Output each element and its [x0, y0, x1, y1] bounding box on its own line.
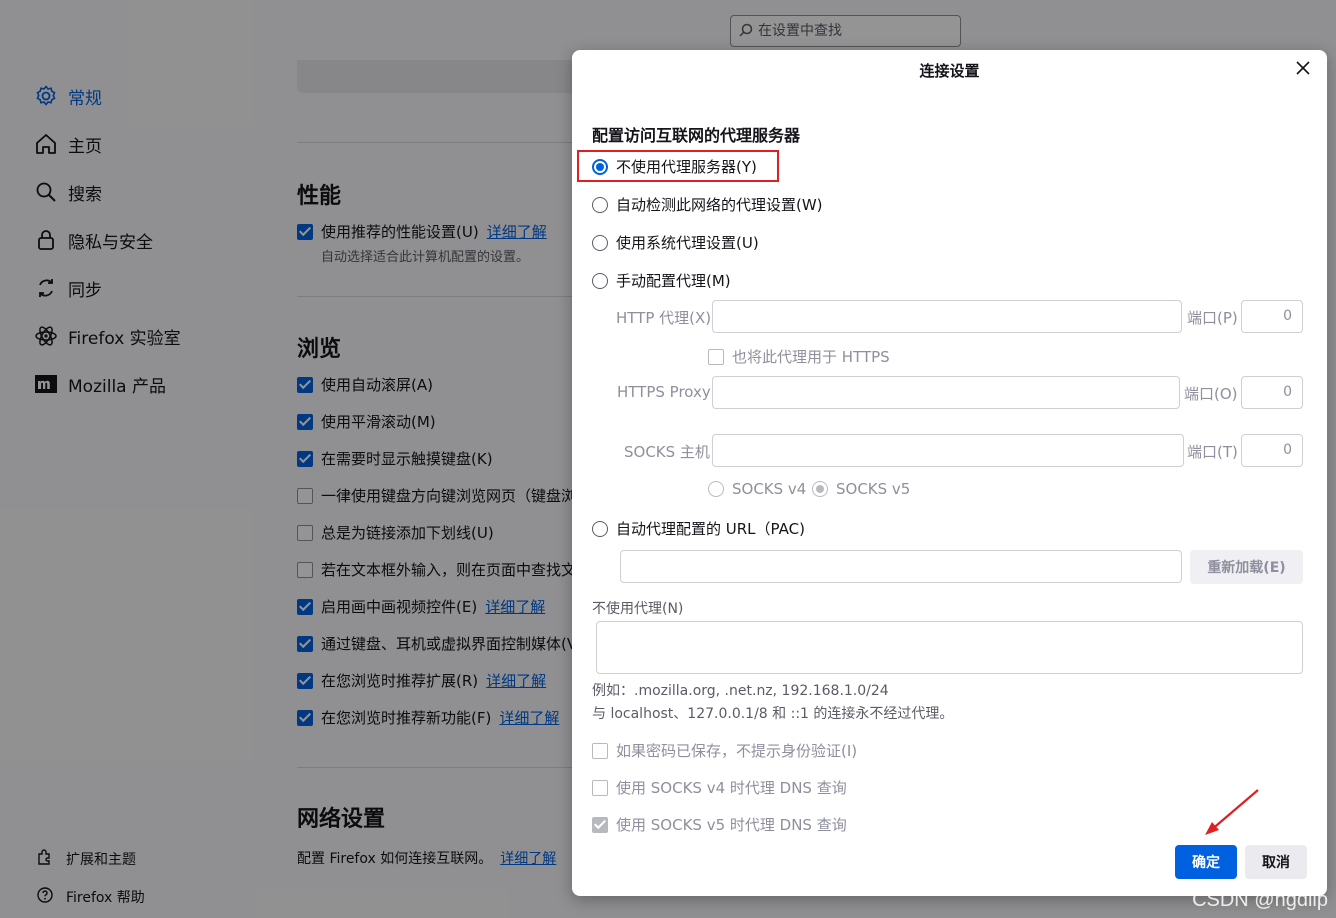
socks-v4-option[interactable]: SOCKS v4 [708, 480, 806, 498]
checkbox[interactable] [708, 348, 724, 365]
no-auth-prompt-option[interactable]: 如果密码已保存，不提示身份验证(I) [592, 740, 857, 761]
no-proxy-for-label: 不使用代理(N) [592, 601, 684, 617]
socks-port-input[interactable]: 0 [1241, 434, 1303, 467]
https-proxy-label: HTTPS Proxy [617, 383, 711, 401]
option-label: 如果密码已保存，不提示身份验证(I) [616, 742, 858, 760]
socks-host-label: SOCKS 主机 [624, 443, 710, 461]
option-label: 也将此代理用于 HTTPS [732, 348, 890, 366]
socks-v5-option[interactable]: SOCKS v5 [812, 480, 910, 498]
watermark: CSDN @hgdlip [1192, 889, 1328, 911]
option-label: SOCKS v4 [732, 480, 807, 498]
no-proxy-example: 例如：.mozilla.org, .net.nz, 192.168.1.0/24 [592, 683, 889, 699]
https-port-label: 端口(O) [1184, 385, 1238, 403]
https-port-input[interactable]: 0 [1241, 376, 1303, 409]
pac-option[interactable]: 自动代理配置的 URL（PAC) [592, 518, 805, 539]
pac-url-input[interactable] [620, 550, 1182, 583]
socks-port-label: 端口(T) [1187, 443, 1238, 461]
option-label: 自动代理配置的 URL（PAC) [616, 520, 805, 538]
radio[interactable] [592, 520, 608, 537]
checkbox[interactable] [592, 779, 608, 796]
localhost-note: 与 localhost、127.0.0.1/8 和 ::1 的连接永不经过代理。 [592, 706, 954, 722]
system-proxy-option[interactable]: 使用系统代理设置(U) [592, 232, 759, 253]
radio[interactable] [592, 272, 608, 289]
socks-v4-dns-option[interactable]: 使用 SOCKS v4 时代理 DNS 查询 [592, 777, 847, 798]
option-label: 使用 SOCKS v4 时代理 DNS 查询 [616, 779, 847, 797]
option-label: 手动配置代理(M) [616, 272, 731, 290]
socks-host-input[interactable] [712, 434, 1184, 467]
radio[interactable] [592, 234, 608, 251]
no-proxy-for-textarea[interactable] [596, 621, 1303, 674]
auto-detect-option[interactable]: 自动检测此网络的代理设置(W) [592, 194, 823, 215]
highlight-annotation [577, 150, 779, 182]
manual-proxy-option[interactable]: 手动配置代理(M) [592, 270, 731, 291]
option-label: 自动检测此网络的代理设置(W) [616, 196, 823, 214]
http-proxy-label: HTTP 代理(X) [616, 309, 712, 327]
radio[interactable] [708, 481, 724, 497]
reload-button[interactable]: 重新加载(E) [1190, 550, 1303, 584]
connection-settings-dialog: 连接设置 配置访问互联网的代理服务器 不使用代理服务器(Y) 自动检测此网络的代… [572, 50, 1327, 896]
proxy-heading: 配置访问互联网的代理服务器 [592, 126, 801, 145]
also-https-option[interactable]: 也将此代理用于 HTTPS [708, 346, 890, 367]
radio[interactable] [592, 196, 608, 213]
http-port-input[interactable]: 0 [1241, 300, 1303, 333]
arrow-annotation [1205, 789, 1259, 835]
https-proxy-input[interactable] [712, 376, 1180, 409]
checkbox[interactable] [592, 816, 608, 833]
checkbox[interactable] [592, 742, 608, 759]
close-icon[interactable] [1293, 60, 1313, 80]
socks-v5-dns-option[interactable]: 使用 SOCKS v5 时代理 DNS 查询 [592, 814, 847, 835]
option-label: 使用 SOCKS v5 时代理 DNS 查询 [616, 816, 847, 834]
ok-button[interactable]: 确定 [1175, 845, 1237, 879]
option-label: SOCKS v5 [836, 480, 911, 498]
http-proxy-input[interactable] [712, 300, 1182, 333]
cancel-button[interactable]: 取消 [1245, 845, 1307, 879]
radio-selected[interactable] [812, 481, 828, 497]
dialog-title: 连接设置 [919, 62, 980, 80]
http-port-label: 端口(P) [1187, 309, 1238, 327]
option-label: 使用系统代理设置(U) [616, 234, 759, 252]
